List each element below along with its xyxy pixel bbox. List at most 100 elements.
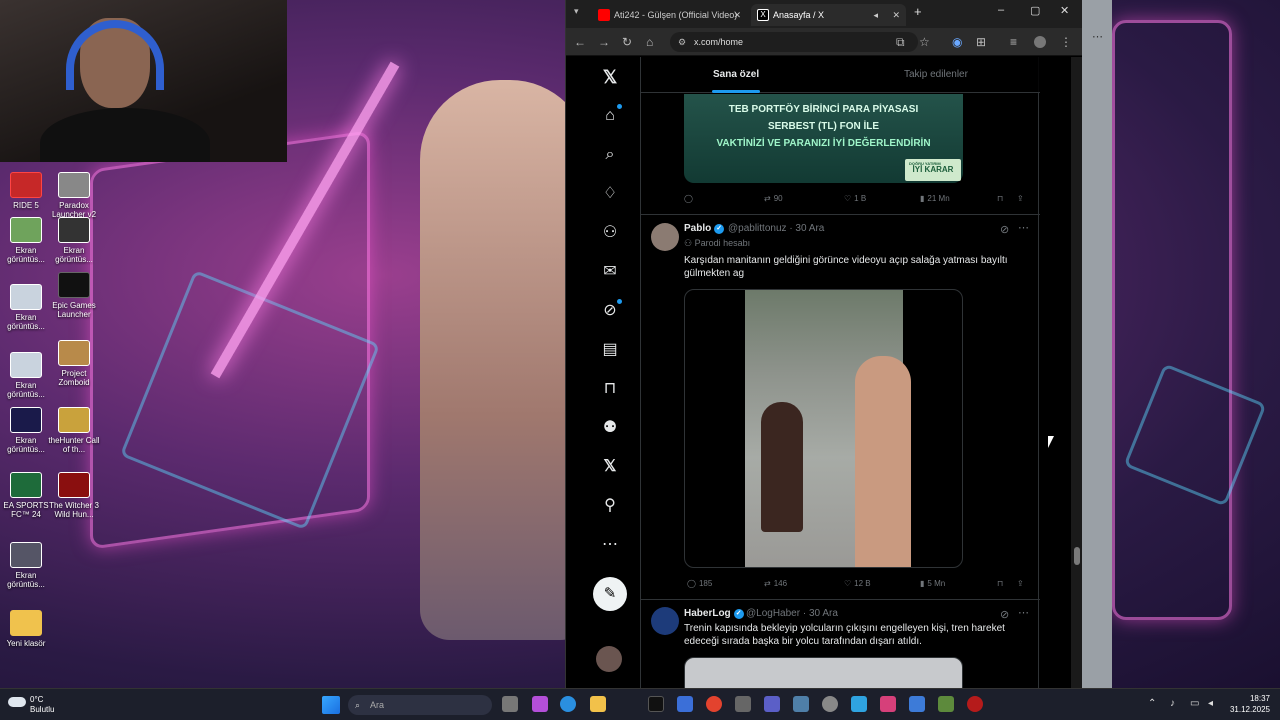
new-tab-icon[interactable]: + bbox=[914, 4, 922, 19]
background-window[interactable]: ⋯ bbox=[1082, 0, 1112, 688]
bookmark-star-icon[interactable]: ☆ bbox=[919, 35, 930, 49]
avatar[interactable] bbox=[651, 223, 679, 251]
reload-icon[interactable]: ↻ bbox=[622, 35, 632, 49]
game-icon[interactable] bbox=[938, 696, 954, 712]
extensions-puzzle-icon[interactable]: ⊞ bbox=[976, 35, 986, 49]
grok-explain-icon[interactable]: ⊘ bbox=[1000, 223, 1009, 236]
desktop-icon-ea-sports[interactable]: EA SPORTS FC™ 24 bbox=[0, 472, 52, 519]
messages-envelope-icon[interactable]: ✉ bbox=[600, 262, 620, 282]
microphone-icon[interactable]: ♪ bbox=[1170, 698, 1175, 709]
grok-explain-icon[interactable]: ⊘ bbox=[1000, 608, 1009, 621]
post-media[interactable] bbox=[684, 657, 963, 688]
instagram-icon[interactable] bbox=[880, 696, 896, 712]
edge-icon[interactable] bbox=[560, 696, 576, 712]
desktop-icon-paradox[interactable]: Paradox Launcher v2 bbox=[48, 172, 100, 219]
bookmark-icon[interactable]: ⊓ bbox=[997, 194, 1003, 203]
compose-post-button[interactable]: ✎ bbox=[593, 577, 627, 611]
close-icon[interactable]: ✕ bbox=[733, 4, 741, 26]
like-button[interactable]: ♡ 1 B bbox=[841, 194, 866, 203]
post-author-name[interactable]: Pablo ✓ bbox=[684, 223, 725, 234]
forward-icon[interactable]: → bbox=[598, 35, 610, 49]
views-button[interactable]: ▮ 21 Mn bbox=[917, 194, 950, 203]
teams-icon[interactable] bbox=[764, 696, 780, 712]
weather-widget[interactable]: 0°C Bulutlu bbox=[8, 695, 54, 715]
more-options-icon[interactable]: ⋯ bbox=[1092, 30, 1103, 43]
start-button[interactable] bbox=[322, 696, 340, 714]
home-icon[interactable]: ⌂ bbox=[600, 104, 622, 126]
tiktok-icon[interactable] bbox=[648, 696, 664, 712]
more-circle-icon[interactable]: ⋯ bbox=[600, 535, 620, 555]
notifications-bell-icon[interactable]: ♢ bbox=[600, 184, 620, 204]
settings-icon[interactable] bbox=[822, 696, 838, 712]
more-options-icon[interactable]: ⋯ bbox=[1018, 221, 1029, 234]
minimize-icon[interactable]: – bbox=[998, 4, 1004, 16]
post-author-handle[interactable]: @LogHaber · 30 Ara bbox=[746, 608, 838, 619]
desktop-icon-witcher[interactable]: The Witcher 3 Wild Hun... bbox=[48, 472, 100, 519]
app-icon[interactable] bbox=[793, 696, 809, 712]
avatar[interactable] bbox=[651, 607, 679, 635]
more-options-icon[interactable]: ⋯ bbox=[1018, 606, 1029, 619]
task-view-icon[interactable] bbox=[502, 696, 518, 712]
system-clock[interactable]: 18:37 31.12.2025 bbox=[1224, 693, 1270, 715]
desktop-icon-epic-games[interactable]: Epic Games Launcher bbox=[48, 272, 100, 319]
like-button[interactable]: ♡ 12 B bbox=[841, 579, 871, 588]
x-logo-icon[interactable]: 𝕏 bbox=[600, 67, 620, 87]
post-video[interactable] bbox=[684, 289, 963, 568]
speaker-icon[interactable]: ◂ bbox=[873, 4, 878, 26]
desktop-icon-screenshot[interactable]: Ekran görüntüs... bbox=[48, 217, 100, 264]
url-field[interactable]: ⚙ x.com/home bbox=[670, 32, 918, 52]
repost-button[interactable]: ⇄ 146 bbox=[761, 579, 787, 588]
maximize-icon[interactable]: ▢ bbox=[1030, 4, 1040, 17]
tab-search-icon[interactable]: ▾ bbox=[574, 6, 579, 17]
volume-icon[interactable]: ◂ bbox=[1208, 698, 1213, 709]
desktop-icon-screenshot[interactable]: Ekran görüntüs... bbox=[0, 542, 52, 589]
desktop-icon-screenshot[interactable]: Ekran görüntüs... bbox=[0, 352, 52, 399]
profile-icon[interactable]: ⚲ bbox=[600, 496, 620, 516]
communities-icon[interactable]: ⚉ bbox=[600, 418, 620, 438]
repost-button[interactable]: ⇄ 90 bbox=[761, 194, 783, 203]
copilot-icon[interactable] bbox=[532, 696, 548, 712]
desktop-icon-screenshot[interactable]: Ekran görüntüs... bbox=[0, 407, 52, 454]
bookmarks-icon[interactable]: ⊓ bbox=[600, 379, 620, 399]
app-icon[interactable] bbox=[909, 696, 925, 712]
share-icon[interactable]: ⇪ bbox=[1017, 579, 1024, 588]
file-explorer-icon[interactable] bbox=[590, 696, 606, 712]
extension-icon[interactable]: ◉ bbox=[952, 35, 962, 49]
taskbar-search[interactable]: ⌕ Ara bbox=[348, 695, 492, 715]
bookmark-icon[interactable]: ⊓ bbox=[997, 579, 1003, 588]
menu-icon[interactable]: ⋮ bbox=[1060, 35, 1072, 49]
tray-chevron-icon[interactable]: ⌃ bbox=[1148, 698, 1156, 709]
desktop-icon-new-folder[interactable]: Yeni klasör bbox=[0, 610, 52, 648]
post-author-handle[interactable]: @pablittonuz · 30 Ara bbox=[728, 223, 824, 234]
tab-youtube[interactable]: Ati242 - Gülşen (Official Video) ✕ bbox=[592, 4, 747, 26]
desktop-icon-ride5[interactable]: RIDE 5 bbox=[0, 172, 52, 210]
follow-person-icon[interactable]: ⚇ bbox=[600, 223, 620, 243]
back-icon[interactable]: ← bbox=[574, 35, 586, 49]
grok-icon[interactable]: ⊘ bbox=[600, 299, 622, 321]
profile-avatar[interactable] bbox=[1034, 36, 1046, 48]
share-icon[interactable]: ⇪ bbox=[1017, 194, 1024, 203]
app-icon[interactable] bbox=[851, 696, 867, 712]
install-icon[interactable]: ⧉ bbox=[896, 35, 905, 50]
scrollbar-thumb[interactable] bbox=[1074, 547, 1080, 565]
reply-icon[interactable]: ◯ bbox=[684, 194, 693, 203]
tab-x-home[interactable]: X Anasayfa / X ◂ ✕ bbox=[751, 4, 906, 26]
reply-button[interactable]: ◯ 185 bbox=[684, 579, 712, 588]
lists-icon[interactable]: ▤ bbox=[600, 340, 620, 360]
reading-list-icon[interactable]: ≡ bbox=[1010, 35, 1017, 49]
desktop-icon-screenshot[interactable]: Ekran görüntüs... bbox=[0, 217, 52, 264]
explore-search-icon[interactable]: ⌕ bbox=[600, 145, 620, 165]
home-icon[interactable]: ⌂ bbox=[646, 35, 653, 49]
views-button[interactable]: ▮ 5 Mn bbox=[917, 579, 945, 588]
site-info-icon[interactable]: ⚙ bbox=[678, 32, 686, 52]
desktop-icon-project-zomboid[interactable]: Project Zomboid bbox=[48, 340, 100, 387]
tab-following[interactable]: Takip edilenler bbox=[904, 69, 968, 80]
tab-for-you[interactable]: Sana özel bbox=[713, 69, 759, 80]
chrome-icon[interactable] bbox=[706, 696, 722, 712]
app-icon[interactable] bbox=[735, 696, 751, 712]
account-avatar[interactable] bbox=[596, 646, 622, 672]
close-window-icon[interactable]: ✕ bbox=[1060, 4, 1069, 17]
desktop-icon-thehunter[interactable]: theHunter Call of th... bbox=[48, 407, 100, 454]
premium-x-icon[interactable]: 𝕏 bbox=[600, 457, 620, 477]
ad-image[interactable]: TEB PORTFÖY BİRİNCİ PARA PİYASASI SERBES… bbox=[684, 94, 963, 183]
